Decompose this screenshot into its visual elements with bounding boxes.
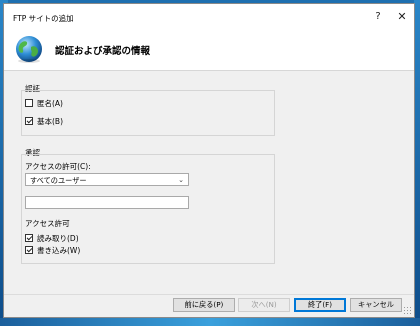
page-title: 認証および承認の情報	[55, 46, 151, 57]
desktop-bottom-edge	[0, 318, 420, 326]
access-allow-dropdown[interactable]: すべてのユーザー ⌄	[25, 173, 189, 186]
read-checkbox-row[interactable]: 読み取り(D)	[25, 232, 79, 244]
finish-button[interactable]: 終了(F)	[294, 298, 346, 312]
resize-grip[interactable]	[403, 306, 411, 314]
globe-icon	[16, 36, 42, 63]
anonymous-checkbox-row[interactable]: 匿名(A)	[25, 97, 63, 109]
basic-checkbox[interactable]	[25, 117, 33, 125]
wizard-header: 認証および承認の情報	[4, 30, 414, 71]
help-button[interactable]: ?	[366, 9, 390, 25]
close-button[interactable]: ✕	[390, 9, 414, 25]
cancel-button[interactable]: キャンセル	[350, 298, 402, 312]
footer-separator	[4, 294, 414, 295]
window-title: FTP サイトの追加	[13, 14, 74, 23]
chevron-down-icon: ⌄	[178, 176, 184, 184]
access-allow-label: アクセスの許可(C):	[25, 162, 91, 171]
user-name-input[interactable]	[25, 196, 189, 209]
write-label: 書き込み(W)	[37, 245, 81, 255]
back-button[interactable]: 前に戻る(P)	[173, 298, 235, 312]
read-checkbox[interactable]	[25, 234, 33, 242]
read-label: 読み取り(D)	[37, 233, 79, 243]
add-ftp-site-dialog: FTP サイトの追加 ? ✕ 認証および承認の情報 認証 匿名(A) 基本(B)…	[3, 3, 415, 318]
anonymous-label: 匿名(A)	[37, 98, 63, 108]
permissions-label: アクセス許可	[25, 219, 70, 228]
title-bar: FTP サイトの追加 ? ✕	[4, 4, 414, 30]
write-checkbox-row[interactable]: 書き込み(W)	[25, 244, 80, 256]
access-allow-value: すべてのユーザー	[30, 176, 87, 185]
write-checkbox[interactable]	[25, 246, 33, 254]
next-button[interactable]: 次へ(N)	[238, 298, 290, 312]
anonymous-checkbox[interactable]	[25, 99, 33, 107]
basic-label: 基本(B)	[37, 116, 63, 126]
basic-checkbox-row[interactable]: 基本(B)	[25, 115, 63, 127]
